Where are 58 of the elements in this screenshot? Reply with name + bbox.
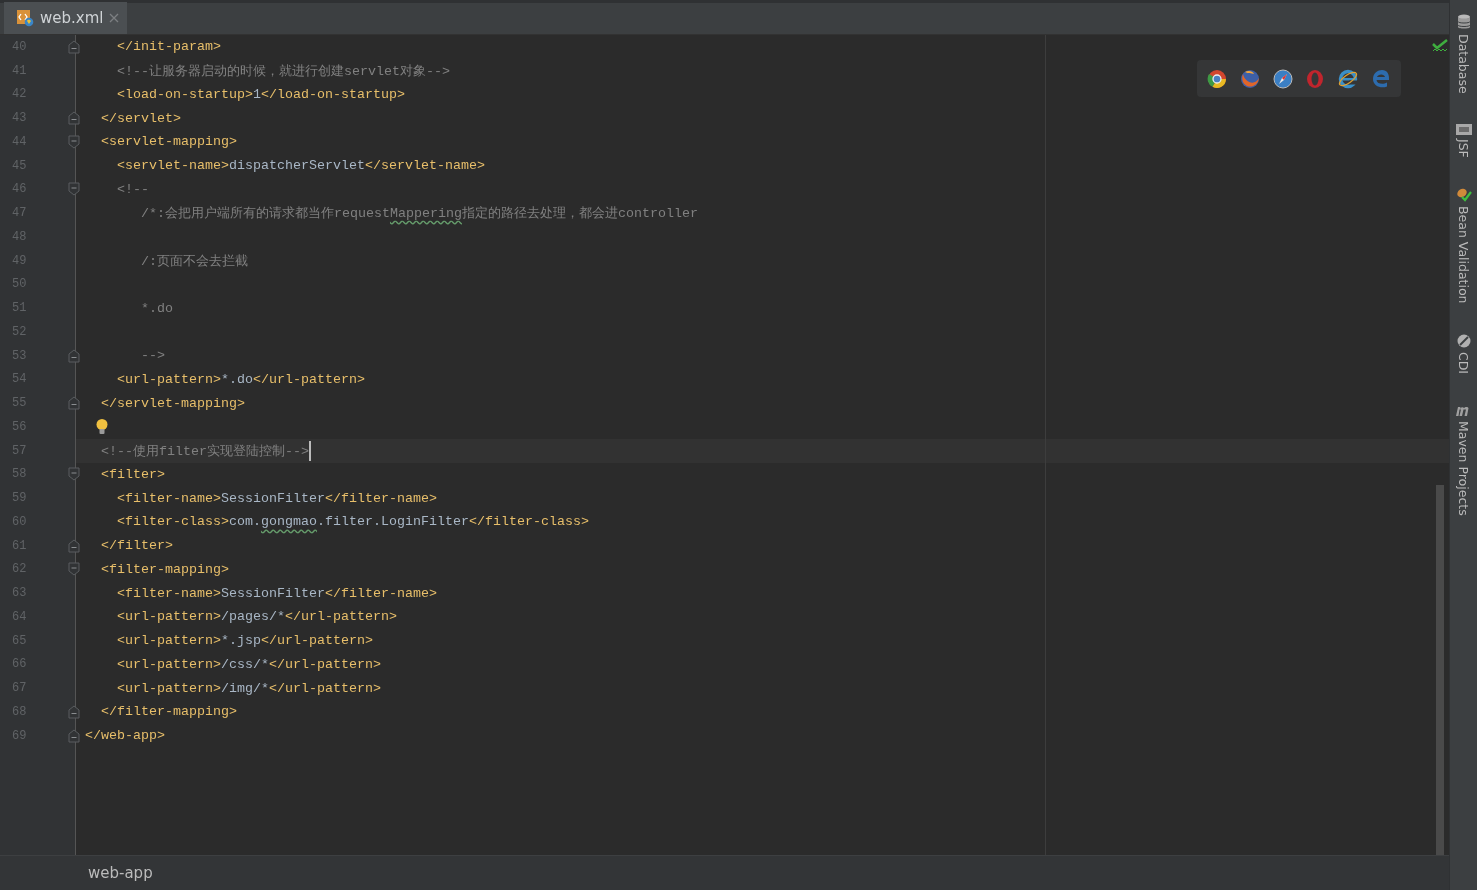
code-line: <filter-mapping>: [100, 561, 229, 577]
browser-icon[interactable]: [1239, 67, 1261, 90]
fold-icon[interactable]: [67, 348, 80, 363]
code-line: </web-app>: [85, 728, 165, 744]
code-line: <url-pattern>/pages/*</url-pattern>: [116, 609, 397, 625]
browser-icon[interactable]: [1336, 67, 1359, 90]
fold-icon[interactable]: [67, 704, 80, 719]
lightbulb-icon[interactable]: [95, 417, 109, 436]
fold-icon[interactable]: [67, 562, 80, 577]
fold-icon[interactable]: [67, 39, 80, 54]
code-line: <filter-name>SessionFilter</filter-name>: [116, 490, 437, 506]
code-line: </servlet-mapping>: [100, 395, 245, 411]
check-icon: [1432, 39, 1448, 53]
bean-check-icon: [1455, 187, 1472, 203]
breadcrumb[interactable]: web-app: [88, 864, 153, 882]
code-line: <!--让服务器启动的时候，就进行创建servlet对象-->: [116, 62, 450, 80]
code-line: <url-pattern>/css/*</url-pattern>: [116, 656, 381, 672]
fold-icon[interactable]: [67, 396, 80, 411]
browser-icon[interactable]: [1206, 67, 1229, 90]
code-line: <!--使用filter实现登陆控制-->: [100, 442, 309, 460]
code-line: <url-pattern>*.do</url-pattern>: [116, 371, 365, 387]
code-line: /:页面不会去拦截: [140, 252, 248, 270]
code-line: </filter>: [100, 538, 173, 554]
jsf-icon: [1455, 123, 1472, 135]
fold-icon[interactable]: [67, 728, 80, 743]
code-line: </init-param>: [116, 39, 221, 55]
tool-window-button[interactable]: CDI: [1456, 334, 1471, 375]
code-line: </servlet>: [100, 110, 181, 126]
code-line: <filter-name>SessionFilter</filter-name>: [116, 585, 437, 601]
tool-window-button[interactable]: Database: [1456, 14, 1471, 94]
code-line: <url-pattern>/img/*</url-pattern>: [116, 680, 381, 696]
code-line: <servlet-mapping>: [100, 134, 237, 150]
code-line: <load-on-startup>1</load-on-startup>: [116, 86, 405, 102]
code-line: <filter>: [100, 466, 165, 482]
cdi-icon: [1456, 334, 1471, 348]
code-line: -->: [140, 348, 165, 364]
code-line: <url-pattern>*.jsp</url-pattern>: [116, 633, 373, 649]
fold-icon[interactable]: [67, 111, 80, 126]
text-cursor: [309, 440, 311, 461]
fold-icon[interactable]: [67, 467, 80, 482]
code-line: <!--: [116, 181, 149, 197]
code-line: <servlet-name>dispatcherServlet</servlet-name>: [116, 158, 485, 174]
database-icon: [1456, 14, 1471, 30]
browser-icon[interactable]: [1271, 67, 1294, 90]
tool-window-button[interactable]: Bean Validation: [1455, 187, 1472, 304]
fold-icon[interactable]: [67, 134, 80, 149]
code-line: <filter-class>com.gongmao.filter.LoginFilter</filter-class>: [116, 514, 589, 530]
code-line: </filter-mapping>: [100, 704, 237, 720]
file-tab[interactable]: web.xml: [4, 2, 128, 34]
scrollbar[interactable]: [1436, 485, 1444, 855]
xml-file-icon: [16, 9, 34, 27]
code-line: /*:会把用户端所有的请求都当作requestMappering指定的路径去处理，都会进controller: [140, 205, 698, 223]
tool-window-button[interactable]: Maven Projects: [1454, 404, 1473, 516]
code-line: *.do: [140, 300, 173, 316]
fold-icon[interactable]: [67, 182, 80, 197]
tool-window-button[interactable]: JSF: [1455, 123, 1472, 158]
close-icon[interactable]: [109, 13, 120, 23]
fold-icon[interactable]: [67, 538, 80, 553]
